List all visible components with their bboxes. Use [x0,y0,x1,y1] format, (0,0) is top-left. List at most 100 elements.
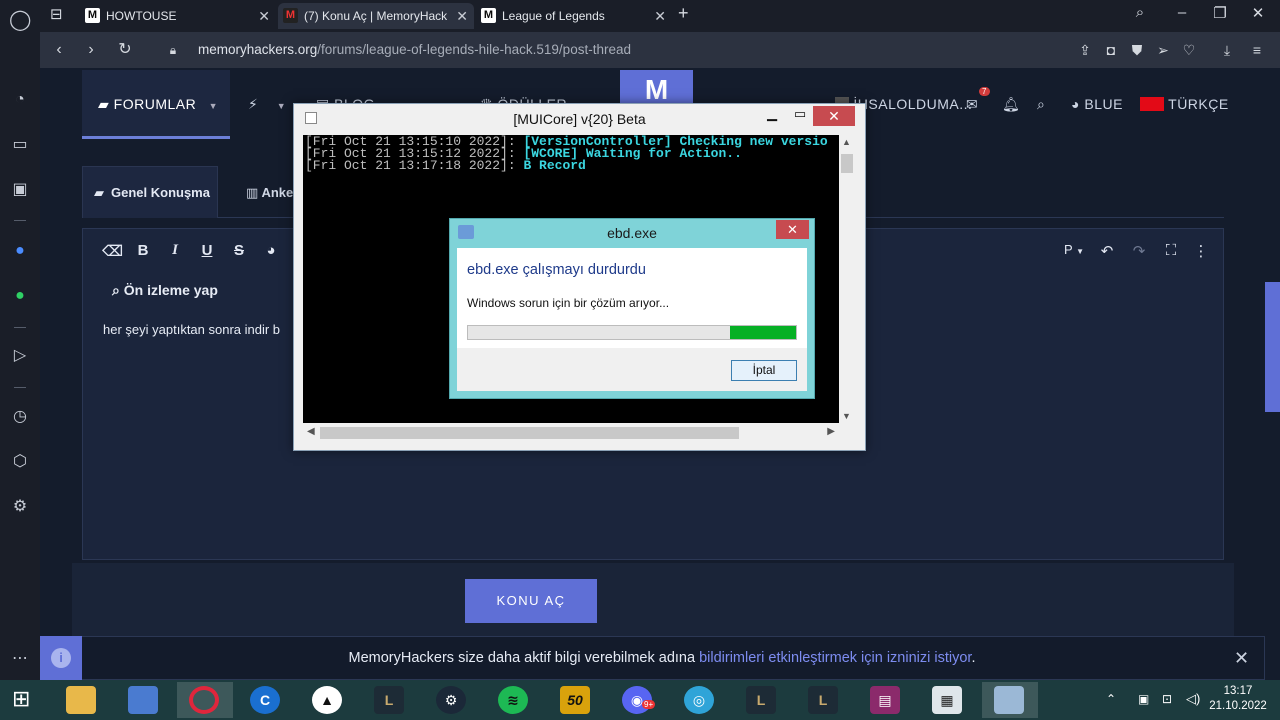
search-icon[interactable]: ⌕ [1037,96,1045,113]
share-icon[interactable]: ⇪ [1074,39,1096,61]
scroll-left-icon[interactable]: ◀ [307,426,315,437]
window-close-icon[interactable]: ✕ [1246,4,1270,22]
more-dots-icon[interactable]: ⋯ [9,648,31,670]
scroll-up-icon[interactable]: ▲ [842,137,851,147]
tab-howtouse[interactable]: M HOWTOUSE ✕ [80,3,276,29]
taskbar-app-50[interactable]: 50 [548,682,604,718]
taskbar-ccleaner[interactable]: C [238,682,294,718]
maximize-icon[interactable]: ▭ [788,106,812,122]
preview-button[interactable]: ⌕ Ön izleme yap [112,282,218,299]
shield-icon[interactable]: ⛊ [1126,39,1148,61]
messenger-icon[interactable]: ● [9,240,31,262]
nav-language[interactable]: TÜRKÇE [1140,96,1229,112]
taskbar-app-active[interactable] [982,682,1038,718]
fullscreen-icon[interactable]: ⛶ [1162,242,1180,259]
restore-icon[interactable]: ❐ [1208,4,1232,22]
taskbar-app[interactable]: ▲ [300,682,356,718]
taskbar-app[interactable]: ◎ [672,682,728,718]
undo-icon[interactable]: ↶ [1098,242,1116,260]
submit-thread-button[interactable]: KONU AÇ [465,579,597,623]
taskbar-league-client[interactable]: L [362,682,418,718]
camera-icon[interactable]: ◘ [1100,39,1122,61]
lightning-icon: ⚡ [248,96,259,112]
scroll-right-icon[interactable]: ▶ [827,426,835,437]
forward-icon[interactable]: › [80,39,102,61]
underline-button[interactable]: U [198,242,216,259]
shopping-bag-icon[interactable]: ▭ [9,134,31,156]
memoryhackers-favicon-icon: M [481,8,496,23]
strike-button[interactable]: S [230,242,248,259]
redo-icon[interactable]: ↷ [1130,242,1148,260]
close-icon[interactable]: ✕ [258,3,270,29]
tab-poll[interactable]: ▥ Anke [246,185,293,201]
taskbar-control-panel[interactable] [116,682,172,718]
windows-start-icon[interactable]: ⊞ [12,686,30,712]
minimize-icon[interactable]: – [1170,4,1194,21]
italic-button[interactable]: I [166,242,184,259]
twitch-icon[interactable]: ▣ [9,179,31,201]
close-icon[interactable]: ✕ [1234,648,1249,669]
player-icon[interactable]: ▷ [9,345,31,367]
history-icon[interactable]: ◷ [9,406,31,428]
settings-gear-icon[interactable]: ⚙ [9,496,31,518]
taskbar-steam[interactable]: ⚙ [424,682,480,718]
palette-icon[interactable]: ◕ [262,242,280,259]
site-logo[interactable]: M [620,70,693,106]
tab-konu-ac[interactable]: M (7) Konu Aç | MemoryHack ✕ [278,3,474,29]
vertical-scroll-thumb[interactable] [841,154,853,173]
taskbar-opera[interactable] [177,682,233,718]
bold-button[interactable]: B [134,242,152,259]
window-close-icon[interactable]: ✕ [813,106,855,126]
url-field[interactable]: memoryhackers.org/forums/league-of-legen… [198,38,1098,62]
nav-forums[interactable]: ▰ FORUMLAR ▼ [98,96,218,113]
whatsapp-icon[interactable]: ● [9,285,31,307]
network-icon[interactable]: ⊡ [1162,692,1172,706]
tab-league-of-legends[interactable]: M League of Legends ✕ [476,3,672,29]
taskbar-league[interactable]: L [796,682,852,718]
preview-label: Ön izleme yap [123,282,218,298]
reload-icon[interactable]: ↻ [114,39,136,61]
back-icon[interactable]: ‹ [48,39,70,61]
send-icon[interactable]: ➢ [1152,39,1174,61]
taskbar-league[interactable]: L [734,682,790,718]
bell-icon[interactable]: 🔔︎ [1002,96,1020,113]
more-vertical-icon[interactable]: ⋮ [1192,242,1210,260]
vertical-scrollbar[interactable]: ▲ ▼ [839,135,855,423]
cancel-button[interactable]: İptal [731,360,797,381]
close-icon[interactable]: ✕ [654,3,666,29]
paragraph-format-button[interactable]: P ▼ [1058,242,1090,257]
lock-icon[interactable]: 🔒︎ [162,39,184,61]
enable-notifications-link[interactable]: bildirimleri etkinleştirmek için izniniz… [699,650,971,666]
horizontal-scroll-thumb[interactable] [320,427,739,439]
opera-logo-icon[interactable]: ◯ [9,9,31,31]
speed-dial-icon[interactable]: ◔ [9,89,31,111]
url-host: memoryhackers.org [198,42,318,57]
minimize-icon[interactable]: ▁ [760,106,784,122]
gamepad-icon[interactable]: ⊟ [50,5,63,23]
system-clock[interactable]: 13:17 21.10.2022 [1200,684,1276,714]
download-icon[interactable]: ⤓ [1216,39,1238,61]
close-icon[interactable]: ✕ [456,3,468,29]
taskbar-discord[interactable]: ◉ 9+ [610,682,666,718]
taskbar-spotify[interactable]: ≋ [486,682,542,718]
eraser-icon[interactable]: ⌫ [102,242,123,260]
scroll-down-icon[interactable]: ▼ [842,411,851,421]
new-tab-plus-icon[interactable]: + [678,3,689,24]
taskbar-file-explorer[interactable] [54,682,110,718]
tray-app-icon[interactable]: ▣ [1138,692,1149,706]
taskbar-app[interactable]: ▦ [920,682,976,718]
nav-whats-new[interactable]: ⚡ ▼ [248,96,286,113]
dialog-close-icon[interactable]: ✕ [776,220,809,239]
search-tabs-icon[interactable]: ⌕ [1128,4,1152,21]
menu-icon[interactable]: ≡ [1246,39,1268,61]
tab-genel-konusma[interactable]: ▰ Genel Konuşma [82,166,218,218]
taskbar-winrar[interactable]: ▤ [858,682,914,718]
scroll-accent[interactable] [1265,282,1280,412]
nav-theme[interactable]: ◕ BLUE [1071,96,1123,112]
extensions-cube-icon[interactable]: ⬡ [9,451,31,473]
nav-inbox[interactable]: ✉ 7 [966,87,990,113]
heart-icon[interactable]: ♡ [1178,39,1200,61]
editor-body-text[interactable]: her şeyi yaptıktan sonra indir b [103,322,280,337]
tray-show-hidden-icon[interactable]: ⌃ [1106,692,1116,706]
volume-icon[interactable]: ◁) [1186,691,1200,707]
